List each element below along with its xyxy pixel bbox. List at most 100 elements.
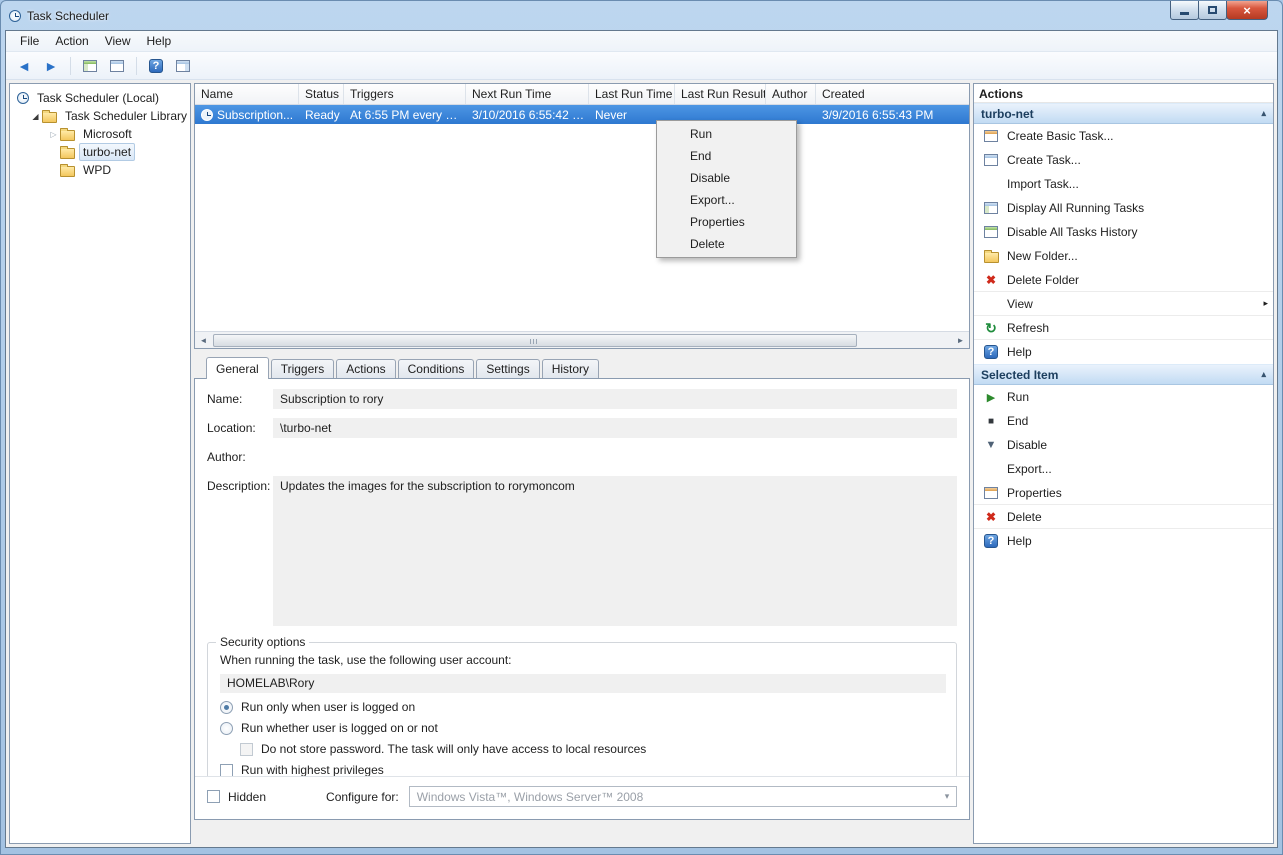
action-display-all-running-tasks[interactable]: Display All Running Tasks xyxy=(974,196,1273,220)
collapsed-arrow-icon[interactable]: ▷ xyxy=(47,130,60,139)
action-import-task[interactable]: Import Task... xyxy=(974,172,1273,196)
scroll-right-button[interactable]: ► xyxy=(952,336,969,345)
action-label: Create Task... xyxy=(1007,153,1081,167)
action-delete-folder[interactable]: ✖ Delete Folder xyxy=(974,268,1273,292)
checkbox-hidden[interactable] xyxy=(207,790,220,803)
menu-file[interactable]: File xyxy=(12,31,47,51)
collapse-chevron-icon[interactable]: ▴ xyxy=(1261,108,1266,119)
column-header-triggers[interactable]: Triggers xyxy=(344,84,466,104)
checkbox-no-password[interactable] xyxy=(240,743,253,756)
tree-item-microsoft[interactable]: ▷ Microsoft xyxy=(12,125,188,143)
action-new-folder[interactable]: New Folder... xyxy=(974,244,1273,268)
menu-action[interactable]: Action xyxy=(47,31,96,51)
action-create-basic-task[interactable]: Create Basic Task... xyxy=(974,124,1273,148)
context-menu-item-properties[interactable]: Properties xyxy=(659,211,794,233)
column-header-name[interactable]: Name xyxy=(195,84,299,104)
scrollbar-track[interactable] xyxy=(212,333,952,348)
column-header-last-run-time[interactable]: Last Run Time xyxy=(589,84,675,104)
tab-triggers[interactable]: Triggers xyxy=(271,359,335,378)
column-header-status[interactable]: Status xyxy=(299,84,344,104)
configure-for-value: Windows Vista™, Windows Server™ 2008 xyxy=(417,790,644,804)
checkbox-highest-privileges[interactable] xyxy=(220,764,233,777)
expanded-arrow-icon[interactable]: ◢ xyxy=(29,112,42,121)
details-footer: Hidden Configure for: Windows Vista™, Wi… xyxy=(195,777,969,819)
configure-for-dropdown[interactable]: Windows Vista™, Windows Server™ 2008 ▾ xyxy=(409,786,957,807)
tab-general[interactable]: General xyxy=(206,357,269,379)
action-pane-icon xyxy=(176,60,190,72)
cell-created: 3/9/2016 6:55:43 PM xyxy=(816,108,969,122)
action-delete[interactable]: ✖ Delete xyxy=(974,505,1273,529)
submenu-arrow-icon: ▸ xyxy=(1263,298,1268,309)
disable-history-icon xyxy=(983,224,999,240)
end-icon: ■ xyxy=(983,413,999,429)
minimize-button[interactable] xyxy=(1170,1,1199,20)
tab-settings[interactable]: Settings xyxy=(476,359,539,378)
action-properties[interactable]: Properties xyxy=(974,481,1273,505)
radio-logged-on-or-not[interactable] xyxy=(220,722,233,735)
tab-conditions[interactable]: Conditions xyxy=(398,359,475,378)
tab-history[interactable]: History xyxy=(542,359,599,378)
column-header-next-run-time[interactable]: Next Run Time xyxy=(466,84,589,104)
action-run[interactable]: ▶ Run xyxy=(974,385,1273,409)
action-export[interactable]: Export... xyxy=(974,457,1273,481)
account-caption: When running the task, use the following… xyxy=(220,653,946,667)
column-header-author[interactable]: Author xyxy=(766,84,816,104)
name-label: Name: xyxy=(207,389,273,409)
tree-child-label: WPD xyxy=(79,161,115,179)
window-title: Task Scheduler xyxy=(27,9,109,23)
maximize-icon xyxy=(1208,6,1217,14)
back-arrow-icon: ◄ xyxy=(17,59,31,73)
action-disable[interactable]: ▼ Disable xyxy=(974,433,1273,457)
menu-view[interactable]: View xyxy=(97,31,139,51)
action-help-selected[interactable]: ? Help xyxy=(974,529,1273,553)
context-menu-item-delete[interactable]: Delete xyxy=(659,233,794,255)
tree-item-library[interactable]: ◢ Task Scheduler Library xyxy=(12,107,188,125)
tree-item-turbo-net[interactable]: turbo-net xyxy=(12,143,188,161)
action-create-task[interactable]: Create Task... xyxy=(974,148,1273,172)
collapse-chevron-icon[interactable]: ▴ xyxy=(1261,369,1266,380)
title-bar[interactable]: Task Scheduler × xyxy=(1,1,1282,30)
help-icon: ? xyxy=(149,59,163,73)
radio-row-logged-on: Run only when user is logged on xyxy=(220,700,946,714)
back-button[interactable]: ◄ xyxy=(12,55,36,77)
tree-item-wpd[interactable]: WPD xyxy=(12,161,188,179)
forward-button[interactable]: ► xyxy=(39,55,63,77)
action-refresh[interactable]: ↻ Refresh xyxy=(974,316,1273,340)
actions-pane: Actions turbo-net ▴ Create Basic Task...… xyxy=(973,83,1274,844)
context-menu-item-end[interactable]: End xyxy=(659,145,794,167)
menu-help[interactable]: Help xyxy=(139,31,180,51)
context-menu-item-disable[interactable]: Disable xyxy=(659,167,794,189)
column-header-created[interactable]: Created xyxy=(816,84,969,104)
context-menu-item-export[interactable]: Export... xyxy=(659,189,794,211)
radio-logged-on-or-not-label: Run whether user is logged on or not xyxy=(241,721,438,735)
folder-icon xyxy=(60,166,75,177)
section-header-selected-item[interactable]: Selected Item ▴ xyxy=(974,364,1273,385)
help-button[interactable]: ? xyxy=(144,55,168,77)
action-label: Properties xyxy=(1007,486,1062,500)
app-clock-icon xyxy=(9,10,21,22)
action-pane-toggle-button[interactable] xyxy=(171,55,195,77)
properties-button[interactable] xyxy=(105,55,129,77)
forward-arrow-icon: ► xyxy=(44,59,58,73)
horizontal-scrollbar[interactable]: ◄ ► xyxy=(195,331,969,348)
action-disable-all-tasks-history[interactable]: Disable All Tasks History xyxy=(974,220,1273,244)
scrollbar-thumb[interactable] xyxy=(213,334,857,347)
radio-logged-on[interactable] xyxy=(220,701,233,714)
action-label: Help xyxy=(1007,534,1032,548)
context-menu-item-run[interactable]: Run xyxy=(659,123,794,145)
action-end[interactable]: ■ End xyxy=(974,409,1273,433)
scroll-left-button[interactable]: ◄ xyxy=(195,336,212,345)
tree-item-root[interactable]: Task Scheduler (Local) xyxy=(12,89,188,107)
tab-actions[interactable]: Actions xyxy=(336,359,395,378)
action-help[interactable]: ? Help xyxy=(974,340,1273,364)
task-row[interactable]: Subscription... Ready At 6:55 PM every d… xyxy=(195,105,969,124)
maximize-button[interactable] xyxy=(1198,1,1227,20)
close-button[interactable]: × xyxy=(1226,1,1268,20)
section-header-turbo-net[interactable]: turbo-net ▴ xyxy=(974,103,1273,124)
menu-bar: File Action View Help xyxy=(6,31,1277,52)
console-tree-toggle-button[interactable] xyxy=(78,55,102,77)
folder-icon xyxy=(60,148,75,159)
action-label: Disable xyxy=(1007,438,1047,452)
action-view[interactable]: View ▸ xyxy=(974,292,1273,316)
column-header-last-run-result[interactable]: Last Run Result xyxy=(675,84,766,104)
